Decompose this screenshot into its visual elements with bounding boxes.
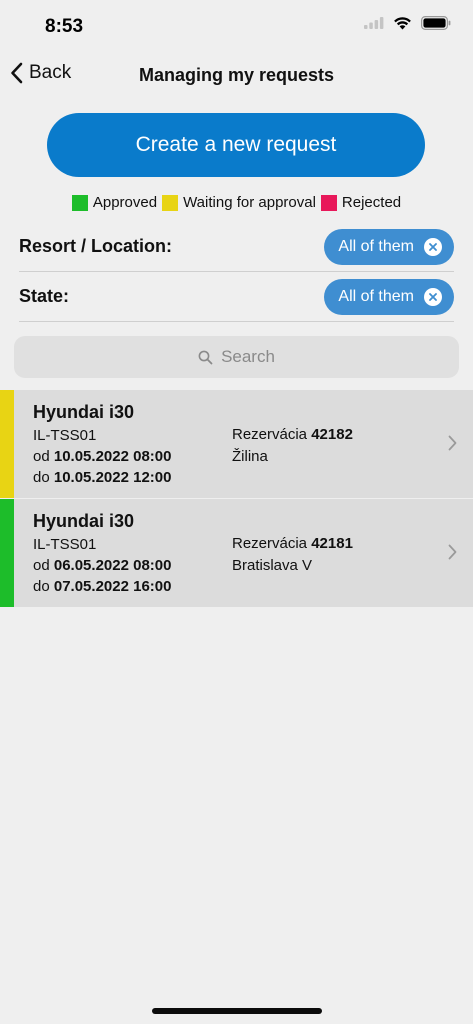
date-to-value: 10.05.2022 12:00 [53,469,172,486]
request-card[interactable]: Hyundai i30 IL-TSS01 od 06.05.2022 08:00… [0,499,473,607]
reservation: Rezervácia 42181 [232,535,353,552]
date-to: do 10.05.2022 12:00 [33,469,171,486]
clear-location-filter-button[interactable] [424,237,442,256]
status-strip [0,390,14,498]
status-strip [0,499,14,607]
date-to-prefix: do [33,578,50,595]
legend-swatch-rejected [320,194,337,211]
date-from-prefix: od [33,448,50,465]
navigation-bar: Back Managing my requests [0,52,473,100]
search-input[interactable]: Search [14,336,459,378]
reservation: Rezervácia 42182 [232,426,353,443]
date-to-value: 07.05.2022 16:00 [53,578,172,595]
legend-item-approved: Approved [71,194,158,211]
location: Bratislava V [232,557,313,574]
close-icon [429,242,437,251]
car-name: Hyundai i30 [33,402,135,422]
home-indicator [152,1008,322,1014]
legend-label-approved: Approved [92,194,158,211]
car-name: Hyundai i30 [33,511,135,531]
legend-label-rejected: Rejected [341,194,402,211]
location: Žilina [232,448,268,465]
reservation-number: 42181 [311,535,353,552]
state-filter-row: State: All of them [19,272,454,322]
request-card[interactable]: Hyundai i30 IL-TSS01 od 10.05.2022 08:00… [0,390,473,498]
date-to: do 07.05.2022 16:00 [33,578,171,595]
create-request-button[interactable]: Create a new request [47,113,425,177]
location-filter-label: Resort / Location: [19,236,173,256]
car-plate: IL-TSS01 [33,427,97,444]
date-from: od 10.05.2022 08:00 [33,448,171,465]
location-filter-chip[interactable]: All of them [324,228,454,265]
state-filter-chip[interactable]: All of them [324,278,454,315]
status-time: 8:53 [45,16,84,37]
close-icon [429,292,437,301]
reservation-label: Rezervácia [232,535,308,552]
location-filter-row: Resort / Location: All of them [19,222,454,272]
legend-label-waiting: Waiting for approval [183,194,316,211]
status-icons [364,16,451,30]
car-plate: IL-TSS01 [33,536,97,553]
legend-swatch-approved [71,194,88,211]
status-bar: 8:53 [0,0,473,50]
legend-swatch-waiting [162,194,179,211]
date-from-prefix: od [33,557,50,574]
battery-icon [421,16,451,30]
status-legend: Approved Waiting for approval Rejected [0,194,473,211]
chevron-right-icon [448,435,457,451]
date-from-value: 06.05.2022 08:00 [53,557,172,574]
date-from: od 06.05.2022 08:00 [33,557,171,574]
chevron-right-icon [448,544,457,560]
wifi-icon [394,17,411,30]
search-placeholder: Search [221,347,275,366]
date-from-value: 10.05.2022 08:00 [53,448,172,465]
reservation-number: 42182 [311,426,353,443]
state-filter-value: All of them [338,287,414,305]
state-filter-label: State: [19,286,70,306]
page-title: Managing my requests [138,65,335,85]
clear-state-filter-button[interactable] [424,287,442,306]
search-icon [198,350,213,364]
legend-item-waiting: Waiting for approval [162,194,316,211]
location-filter-value: All of them [338,237,414,255]
cellular-signal-icon [364,17,384,29]
legend-item-rejected: Rejected [320,194,402,211]
request-list: Hyundai i30 IL-TSS01 od 10.05.2022 08:00… [0,390,473,607]
reservation-label: Rezervácia [232,426,308,443]
date-to-prefix: do [33,469,50,486]
